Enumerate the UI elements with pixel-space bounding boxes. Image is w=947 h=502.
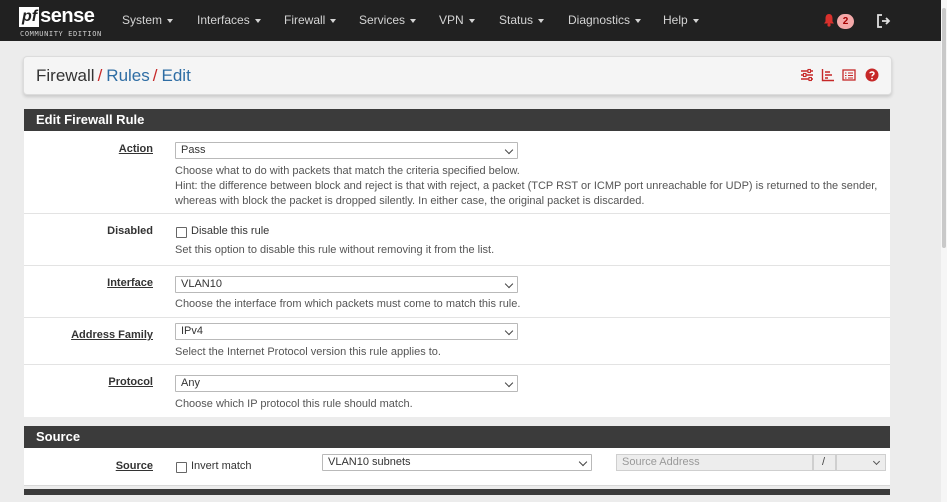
- source-type-select-value: VLAN10 subnets: [328, 456, 411, 468]
- source-address-placeholder: Source Address: [622, 456, 700, 468]
- mask-separator-text: /: [822, 456, 826, 468]
- action-select-value: Pass: [181, 144, 206, 156]
- edit-rule-panel: Action Pass Choose what to do with packe…: [24, 131, 890, 417]
- breadcrumb-separator: /: [152, 66, 158, 85]
- bell-icon[interactable]: [822, 13, 836, 27]
- action-help-1: Choose what to do with packets that matc…: [175, 165, 520, 177]
- chevron-down-icon: [504, 145, 514, 155]
- sliders-icon[interactable]: [800, 68, 814, 82]
- interface-row: Interface VLAN10 Choose the interface fr…: [24, 265, 890, 318]
- disabled-label: Disabled: [107, 225, 153, 237]
- chevron-down-icon: [578, 457, 588, 467]
- chevron-down-icon: [504, 378, 514, 388]
- nav-system-label: System: [122, 13, 163, 27]
- protocol-help: Choose which IP protocol this rule shoul…: [175, 398, 413, 410]
- caret-down-icon: [330, 18, 337, 23]
- nav-services-label: Services: [359, 13, 406, 27]
- protocol-label[interactable]: Protocol: [108, 376, 153, 388]
- action-help-2: Hint: the difference between block and r…: [175, 180, 878, 192]
- chevron-down-icon: [504, 326, 514, 336]
- nav-help-label: Help: [663, 13, 688, 27]
- divider: [24, 485, 890, 486]
- breadcrumb-separator: /: [97, 66, 103, 85]
- address-family-help: Select the Internet Protocol version thi…: [175, 346, 441, 358]
- chevron-down-icon: [872, 457, 881, 466]
- interface-select-value: VLAN10: [181, 278, 222, 290]
- nav-help[interactable]: Help: [663, 13, 699, 27]
- source-panel: Source Invert match VLAN10 subnets Sourc…: [24, 448, 890, 485]
- top-navbar: pf sense COMMUNITY EDITION System Interfa…: [0, 0, 941, 41]
- logo-pf: pf: [19, 7, 40, 27]
- address-family-row: Address Family IPv4 Select the Internet …: [24, 317, 890, 365]
- action-row: Action Pass Choose what to do with packe…: [24, 131, 890, 214]
- interface-select[interactable]: VLAN10: [175, 276, 518, 293]
- caret-down-icon: [254, 18, 261, 23]
- source-type-select[interactable]: VLAN10 subnets: [322, 454, 592, 471]
- interface-help: Choose the interface from which packets …: [175, 298, 521, 310]
- source-label[interactable]: Source: [116, 460, 153, 472]
- breadcrumb-firewall: Firewall: [36, 66, 95, 85]
- mask-separator: /: [813, 454, 836, 471]
- nav-status-label: Status: [499, 13, 534, 27]
- nav-firewall[interactable]: Firewall: [284, 13, 337, 27]
- chevron-down-icon: [504, 279, 514, 289]
- edit-rule-panel-header: Edit Firewall Rule: [24, 109, 890, 131]
- breadcrumb-edit-link[interactable]: Edit: [162, 66, 191, 85]
- protocol-select-value: Any: [181, 377, 200, 389]
- caret-down-icon: [635, 18, 642, 23]
- protocol-select[interactable]: Any: [175, 375, 518, 392]
- nav-services[interactable]: Services: [359, 13, 417, 27]
- disabled-row: Disabled Disable this rule Set this opti…: [24, 213, 890, 266]
- nav-firewall-label: Firewall: [284, 13, 326, 27]
- interface-label[interactable]: Interface: [107, 277, 153, 289]
- nav-vpn[interactable]: VPN: [439, 13, 475, 27]
- nav-status[interactable]: Status: [499, 13, 545, 27]
- nav-vpn-label: VPN: [439, 13, 464, 27]
- logout-icon[interactable]: [876, 13, 892, 29]
- breadcrumb-bar: Firewall / Rules / Edit: [23, 56, 892, 95]
- invert-match-label[interactable]: Invert match: [191, 460, 252, 472]
- edition-label: COMMUNITY EDITION: [20, 30, 102, 38]
- pfsense-logo[interactable]: pf sense COMMUNITY EDITION: [19, 5, 109, 39]
- source-mask-select[interactable]: [836, 454, 886, 471]
- nav-diagnostics[interactable]: Diagnostics: [568, 13, 642, 27]
- nav-interfaces[interactable]: Interfaces: [197, 13, 261, 27]
- action-help-3: whereas with block the packet is dropped…: [175, 195, 645, 207]
- action-label[interactable]: Action: [119, 143, 153, 155]
- help-question-icon[interactable]: [865, 68, 879, 82]
- address-family-select-value: IPv4: [181, 325, 204, 337]
- bar-chart-icon[interactable]: [821, 68, 835, 82]
- source-panel-header: Source: [24, 426, 890, 448]
- breadcrumb-rules-link[interactable]: Rules: [106, 66, 149, 85]
- nav-system[interactable]: System: [122, 13, 174, 27]
- caret-down-icon: [538, 18, 545, 23]
- caret-down-icon: [468, 18, 475, 23]
- scrollbar-thumb[interactable]: [942, 8, 946, 248]
- disabled-help: Set this option to disable this rule wit…: [175, 244, 495, 256]
- notification-badge[interactable]: 2: [837, 14, 854, 29]
- caret-down-icon: [167, 18, 174, 23]
- source-address-input[interactable]: Source Address: [616, 454, 813, 471]
- next-panel-header: [24, 489, 890, 495]
- address-family-label[interactable]: Address Family: [71, 329, 153, 341]
- address-family-select[interactable]: IPv4: [175, 323, 518, 340]
- list-icon[interactable]: [842, 68, 856, 82]
- invert-match-checkbox[interactable]: [176, 462, 187, 473]
- caret-down-icon: [410, 18, 417, 23]
- nav-interfaces-label: Interfaces: [197, 13, 250, 27]
- nav-diagnostics-label: Diagnostics: [568, 13, 631, 27]
- disable-rule-checkbox[interactable]: [176, 227, 187, 238]
- logo-sense: sense: [40, 5, 95, 27]
- caret-down-icon: [692, 18, 699, 23]
- breadcrumb: Firewall / Rules / Edit: [36, 66, 191, 86]
- protocol-row: Protocol Any Choose which IP protocol th…: [24, 364, 890, 417]
- disable-rule-checkbox-label[interactable]: Disable this rule: [191, 225, 269, 237]
- action-select[interactable]: Pass: [175, 142, 518, 159]
